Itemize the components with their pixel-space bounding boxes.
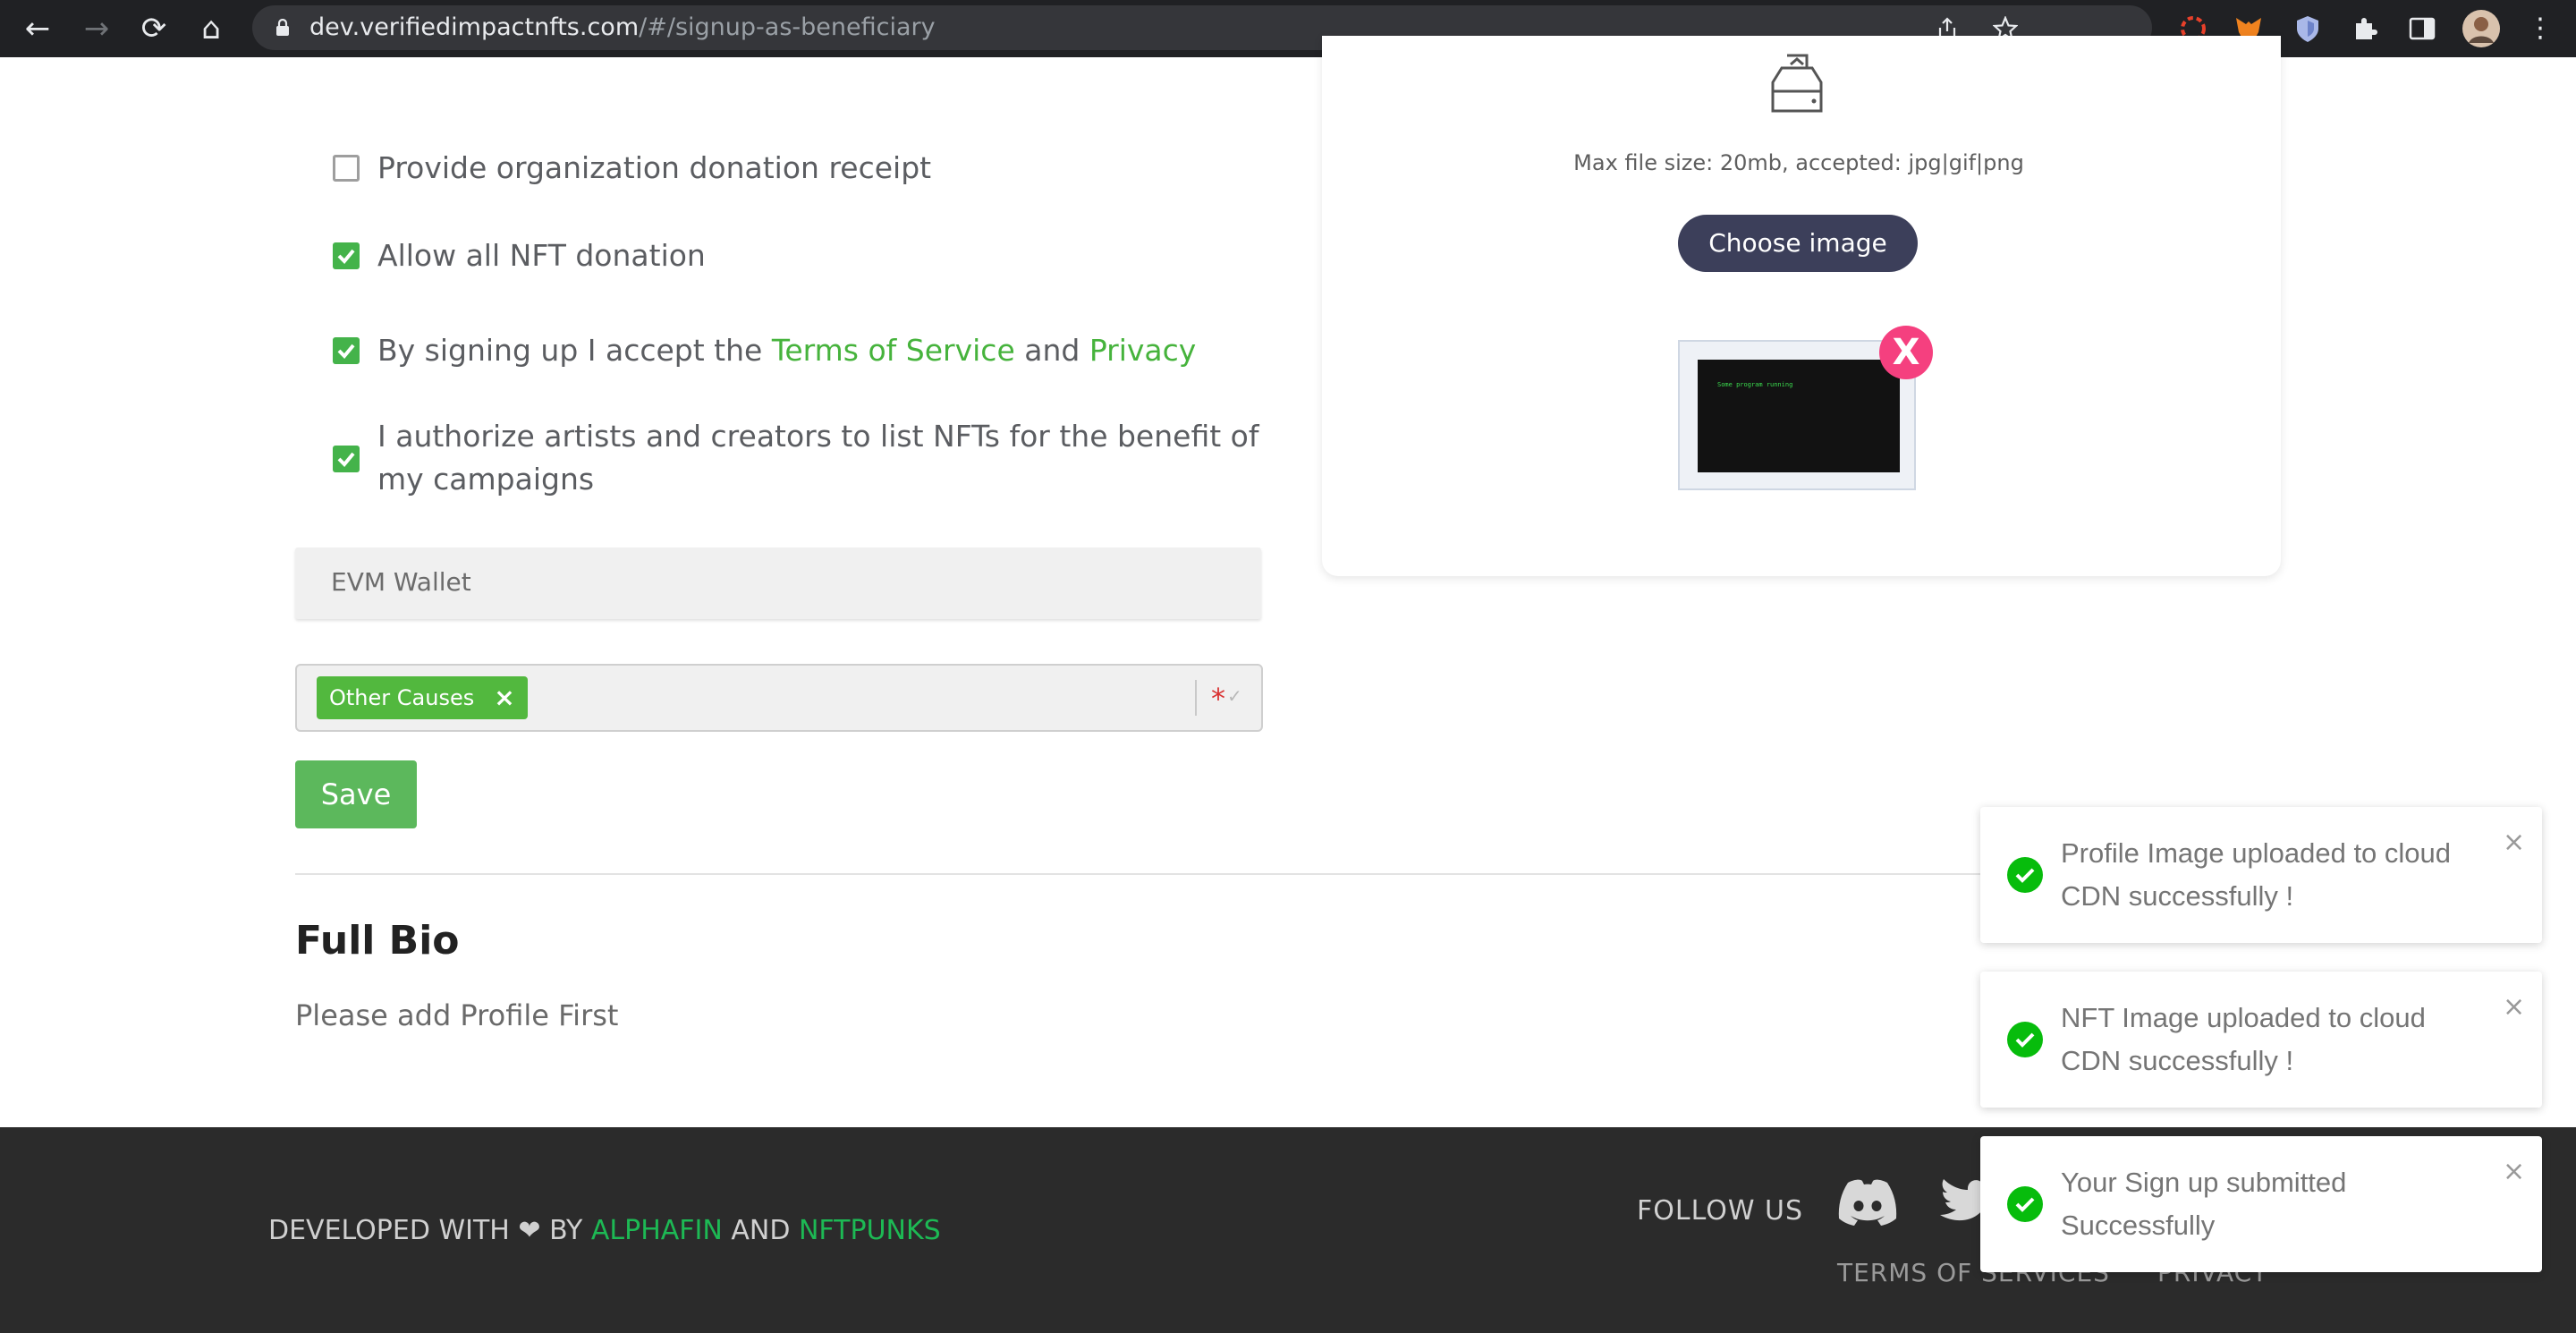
success-check-icon [2007,1022,2043,1057]
image-preview: Some program running [1678,340,1916,490]
checkmark-icon [337,452,355,467]
checkmark-icon [337,344,355,359]
toast-message: NFT Image uploaded to cloud CDN successf… [2061,1002,2426,1076]
back-arrow-icon[interactable]: ← [21,13,54,45]
preview-screenshot: Some program running [1698,360,1900,472]
shield-extension-icon[interactable] [2292,13,2324,45]
cause-multiselect[interactable]: Other Causes × * ✓ [295,664,1263,732]
extensions-puzzle-icon[interactable] [2349,13,2381,45]
authorize-artists-option[interactable]: I authorize artists and creators to list… [333,419,1272,501]
image-upload-card [1322,36,2281,576]
select-separator [1195,680,1197,716]
save-button[interactable]: Save [295,760,417,828]
url-text: dev.verifiedimpactnfts.com/#/signup-as-b… [309,13,936,41]
choose-image-button[interactable]: Choose image [1678,215,1918,272]
evm-wallet-placeholder: EVM Wallet [331,567,471,597]
remove-image-button[interactable]: X [1879,326,1933,379]
donation-receipt-option[interactable]: Provide organization donation receipt [333,150,931,190]
success-check-icon [2007,1186,2043,1222]
allow-nft-donation-option[interactable]: Allow all NFT donation [333,238,706,277]
success-check-icon [2007,857,2043,893]
checkbox-donation-receipt[interactable] [333,155,360,182]
nftpunks-link[interactable]: NFTPUNKS [799,1215,941,1246]
reload-icon[interactable]: ⟳ [138,13,170,45]
full-bio-heading: Full Bio [295,918,460,964]
home-icon[interactable]: ⌂ [195,13,227,45]
required-marker: * [1211,682,1225,716]
alphafin-link[interactable]: ALPHAFIN [591,1215,723,1246]
checkbox-label: I authorize artists and creators to list… [377,419,1259,497]
toast-profile-image: Profile Image uploaded to cloud CDN succ… [1980,807,2542,943]
developer-credit: DEVELOPED WITH ❤ BY ALPHAFIN AND NFTPUNK… [268,1215,941,1246]
follow-us-label: FOLLOW US [1637,1195,1804,1227]
cause-tag: Other Causes × [317,676,528,719]
upload-tray-icon [1771,54,1823,113]
close-icon[interactable]: × [2503,1156,2525,1187]
privacy-link[interactable]: Privacy [1089,333,1196,368]
close-icon[interactable]: × [2503,827,2525,858]
preview-text: Some program running [1717,381,1793,388]
checkbox-accept-terms[interactable] [333,337,360,364]
toast-message: Your Sign up submitted Successfully [2061,1167,2347,1241]
checkbox-label: Provide organization donation receipt [377,150,932,185]
checkbox-label: Allow all NFT donation [377,238,706,273]
kebab-menu-icon[interactable]: ⋮ [2524,13,2556,45]
close-icon[interactable]: × [2503,991,2525,1023]
forward-arrow-icon[interactable]: → [80,13,113,45]
checkmark-icon [337,249,355,264]
checkbox-authorize-artists[interactable] [333,446,360,472]
lock-icon [276,19,289,36]
toast-message: Profile Image uploaded to cloud CDN succ… [2061,837,2452,912]
cause-tag-label: Other Causes [329,685,475,710]
accept-terms-option[interactable]: By signing up I accept the Terms of Serv… [333,333,1196,372]
profile-avatar[interactable] [2462,9,2501,48]
full-bio-message: Please add Profile First [295,998,619,1032]
checkbox-label: By signing up I accept the Terms of Serv… [377,333,1197,368]
side-panel-icon[interactable] [2406,13,2438,45]
toast-signup-submitted: Your Sign up submitted Successfully × [1980,1136,2542,1272]
evm-wallet-input[interactable]: EVM Wallet [295,548,1261,619]
discord-icon[interactable] [1835,1177,1900,1227]
remove-tag-icon[interactable]: × [494,676,514,719]
checkbox-allow-nft-donation[interactable] [333,242,360,269]
file-size-hint: Max file size: 20mb, accepted: jpg|gif|p… [1573,150,2024,175]
dropdown-check-icon[interactable]: ✓ [1227,685,1242,707]
toast-nft-image: NFT Image uploaded to cloud CDN successf… [1980,972,2542,1108]
terms-of-service-link[interactable]: Terms of Service [772,333,1015,368]
